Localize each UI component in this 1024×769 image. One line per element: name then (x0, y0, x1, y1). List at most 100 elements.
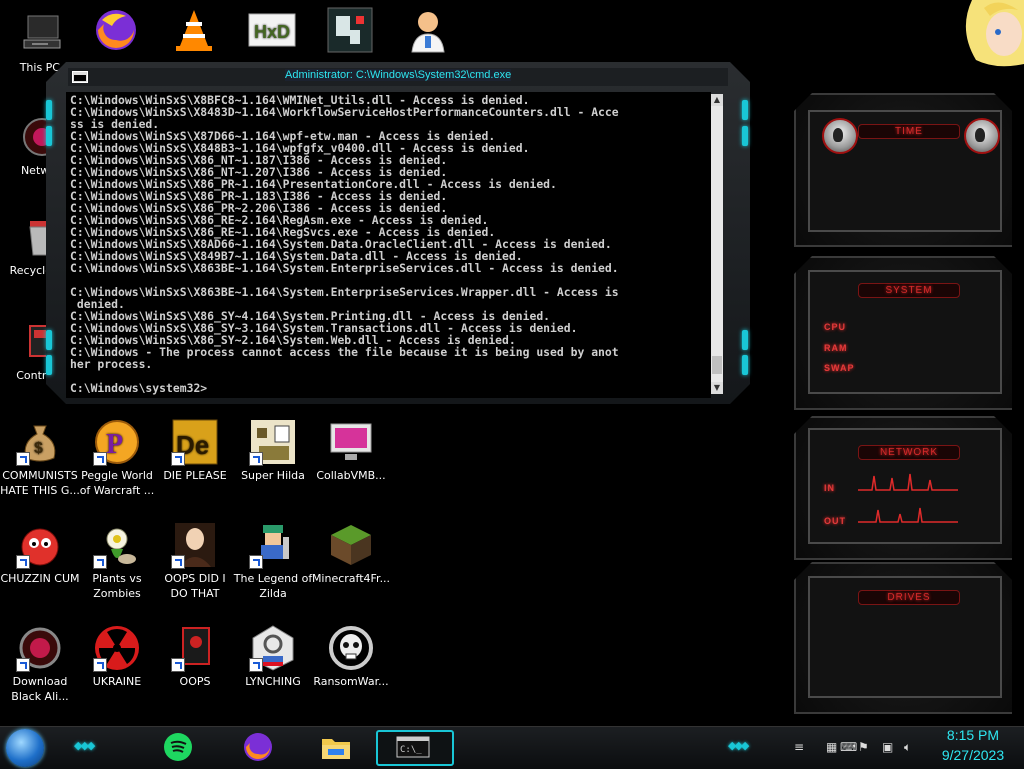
network-gadget-title: NETWORK (858, 445, 960, 460)
desktop-icon-black-ali[interactable]: Download Black Ali... (0, 624, 80, 704)
frame-light (742, 355, 748, 375)
console-text: C:\Windows\WinSxS\X8BFC8~1.164\WMINet_Ut… (70, 93, 619, 395)
plants-vs-zombies-icon (93, 521, 141, 569)
desktop-icon-label: CHUZZIN CUM (0, 572, 80, 585)
desktop-icon-zilda[interactable]: The Legend of Zilda (233, 521, 313, 601)
desktop-icon-minecraft[interactable]: Minecraft4Fr... (311, 521, 391, 586)
network-in-label: IN (824, 483, 835, 493)
svg-text:$: $ (34, 440, 43, 457)
shortcut-arrow-icon (171, 658, 185, 672)
scrollbar-thumb[interactable] (712, 356, 722, 374)
shortcut-arrow-icon (93, 555, 107, 569)
desktop-icon-label: OOPS (179, 675, 211, 688)
tray-display-icon[interactable]: ▣ (882, 740, 893, 754)
frame-light (46, 126, 52, 146)
chuzzle-icon (16, 521, 64, 569)
tray-keyboard-icon[interactable]: ⌨ (840, 740, 857, 754)
time-gadget-title: TIME (858, 124, 960, 139)
cmd-window-title: Administrator: C:\Windows\System32\cmd.e… (285, 69, 512, 81)
frame-light (742, 126, 748, 146)
desktop-icon-pvz[interactable]: Plants vs Zombies (77, 521, 157, 601)
peggle-icon: P (93, 418, 141, 466)
desktop-icon-vlc[interactable] (154, 6, 234, 56)
shortcut-arrow-icon (16, 452, 30, 466)
tray-flag-icon[interactable]: ⚑ (858, 740, 869, 754)
desktop-icon-label: LYNCHING (245, 675, 301, 688)
svg-text:HxD: HxD (254, 22, 290, 42)
desktop-icon-label: COMMUNISTS HATE THIS G... (0, 469, 80, 497)
scroll-down-icon[interactable]: ▼ (711, 382, 723, 394)
desktop-icon-ukraine[interactable]: UKRAINE (77, 624, 157, 689)
shortcut-arrow-icon (16, 658, 30, 672)
desktop-icon-peggle[interactable]: P Peggle World of Warcraft ... (77, 418, 157, 498)
hxd-icon: HxD (248, 6, 296, 54)
taskbar (0, 726, 1024, 769)
desktop-icon-doctor[interactable] (388, 6, 468, 56)
desktop-icon-game[interactable] (310, 6, 390, 56)
collabvm-icon (327, 418, 375, 466)
shortcut-arrow-icon (171, 555, 185, 569)
firefox-icon (244, 733, 272, 761)
cmd-scrollbar[interactable]: ▲ ▼ (711, 94, 723, 394)
taskbar-decoration: ◆◆◆ (728, 739, 749, 752)
desktop-icon-super-hilda[interactable]: Super Hilda (233, 418, 313, 483)
alienware-logo-icon (822, 118, 858, 154)
frame-light (742, 100, 748, 120)
system-gadget-title: SYSTEM (858, 283, 960, 298)
shortcut-arrow-icon (249, 555, 263, 569)
taskbar-file-explorer[interactable] (320, 731, 352, 763)
desktop-icon-label: The Legend of Zilda (233, 572, 313, 600)
start-button[interactable] (6, 729, 44, 767)
tray-volume-icon[interactable]: 🔈︎ (904, 740, 911, 755)
tray-network-icon[interactable]: ▦ (826, 740, 837, 754)
desktop-icon-die-please[interactable]: De DIE PLEASE (155, 418, 235, 483)
ram-label: RAM (824, 343, 848, 353)
desktop-icon-label: RansomWar... (313, 675, 389, 688)
alienware-logo-icon (964, 118, 1000, 154)
drives-gadget-title: DRIVES (858, 590, 960, 605)
desktop-icon-hxd[interactable]: HxD (232, 6, 312, 56)
desktop-icon-ransomware[interactable]: RansomWar... (311, 624, 391, 689)
money-bag-icon: $ (16, 418, 64, 466)
desktop-icon-firefox[interactable] (76, 6, 156, 56)
desktop-icon-collabvm[interactable]: CollabVMB... (311, 418, 391, 483)
shortcut-arrow-icon (249, 452, 263, 466)
desktop-icon-oops[interactable]: OOPS (155, 624, 235, 689)
file-explorer-icon (322, 739, 350, 759)
desktop-icon-label: Download Black Ali... (11, 675, 69, 703)
desktop-icon-label: Super Hilda (241, 469, 305, 482)
shortcut-arrow-icon (93, 452, 107, 466)
super-hilda-icon (249, 418, 297, 466)
cmd-system-icon[interactable] (72, 71, 88, 83)
spotify-icon (164, 733, 192, 761)
cpu-label: CPU (824, 322, 847, 332)
frame-light (46, 355, 52, 375)
desktop-icon-oops-did-i[interactable]: OOPS DID I DO THAT (155, 521, 235, 601)
desktop-icon-label: Peggle World of Warcraft ... (79, 469, 155, 497)
desktop-icon-label: OOPS DID I DO THAT (164, 572, 226, 600)
shortcut-arrow-icon (93, 658, 107, 672)
shortcut-arrow-icon (16, 555, 30, 569)
desktop-icon-lynching[interactable]: LYNCHING (233, 624, 313, 689)
desktop-icon-chuzzin[interactable]: CHUZZIN CUM (0, 521, 80, 586)
anime-character-decoration (962, 0, 1024, 75)
taskbar-cmd[interactable]: C:\_ (376, 730, 454, 766)
taskbar-firefox[interactable] (242, 731, 274, 763)
tray-chevron-icon[interactable]: ≡ (794, 740, 804, 754)
skull-icon (327, 624, 375, 672)
svg-text:C:\_: C:\_ (400, 745, 422, 755)
network-out-label: OUT (824, 516, 846, 526)
cmd-icon: C:\_ (396, 736, 430, 758)
firefox-icon (92, 6, 140, 54)
scroll-up-icon[interactable]: ▲ (711, 94, 723, 106)
taskbar-clock-time[interactable]: 8:15 PM (930, 727, 1016, 743)
cmd-console-output[interactable]: C:\Windows\WinSxS\X8BFC8~1.164\WMINet_Ut… (66, 92, 711, 398)
taskbar-spotify[interactable] (162, 731, 194, 763)
frame-light (46, 330, 52, 350)
shortcut-arrow-icon (249, 658, 263, 672)
desktop-icon-communists[interactable]: $ COMMUNISTS HATE THIS G... (0, 418, 80, 498)
desktop-icon-label: CollabVMB... (316, 469, 386, 482)
taskbar-decoration: ◆◆◆ (74, 739, 95, 752)
taskbar-clock-date[interactable]: 9/27/2023 (930, 747, 1016, 763)
network-graph (858, 473, 958, 523)
